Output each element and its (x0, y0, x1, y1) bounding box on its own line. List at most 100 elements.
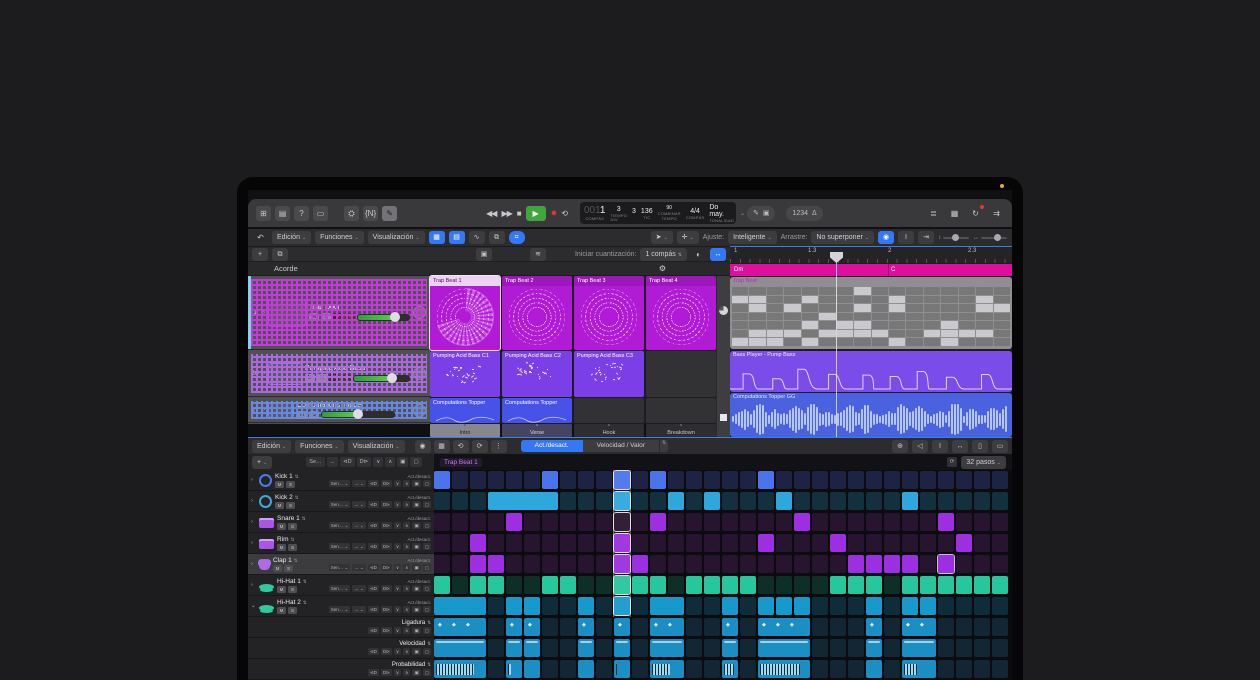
sensitivity-menu[interactable]: Sen… ⌄ (329, 501, 351, 508)
step-off[interactable] (704, 660, 720, 678)
step-off[interactable] (452, 492, 468, 510)
row-control-3[interactable]: ∧ (403, 522, 410, 529)
step-off[interactable] (866, 513, 882, 531)
subrow-control-3[interactable]: ∧ (403, 627, 410, 634)
subrow-control-1[interactable]: D⊳ (381, 669, 392, 676)
track-header-computations-topper[interactable]: 27›Computations TopperMS (248, 398, 430, 423)
play-button[interactable]: ▶ (526, 206, 546, 221)
step-input-icon[interactable]: ▣ (763, 209, 770, 217)
stepper-icon[interactable]: ⇅ (295, 474, 299, 479)
step-off[interactable] (758, 576, 774, 594)
step-off[interactable] (956, 597, 972, 615)
editor-tool-icon-4[interactable]: ⋮ (491, 440, 507, 453)
step-off[interactable] (830, 618, 846, 636)
row-control-0[interactable]: ⊲D (368, 564, 379, 571)
editor-right-icon-0[interactable]: ⊕ (892, 440, 908, 453)
subrow-control-0[interactable]: ⊲D (368, 627, 379, 634)
step-on[interactable] (866, 576, 882, 594)
step-off[interactable] (632, 492, 648, 510)
direction-menu[interactable]: → ⌄ (352, 585, 366, 592)
menu-visualizacin[interactable]: Visualización⌄ (368, 231, 425, 244)
seq-row-rim[interactable]: ›Rim⇅MSAct./desact.Sen… ⌄→ ⌄⊲DD⊳∨∧▣▢ (248, 533, 434, 554)
quick-help-icon[interactable]: ? (294, 206, 309, 221)
seq-row-ligadura[interactable]: Ligadura⇅⊲DD⊳∨∧▣▢ (248, 617, 434, 638)
step-off[interactable] (740, 660, 756, 678)
inspector-icon[interactable]: ▤ (275, 206, 290, 221)
step-on[interactable] (434, 471, 450, 489)
step-off[interactable] (794, 555, 810, 573)
step-on[interactable] (758, 660, 810, 678)
step-on[interactable] (722, 639, 738, 657)
step-off[interactable] (776, 555, 792, 573)
step-off[interactable] (704, 555, 720, 573)
step-on[interactable] (794, 597, 810, 615)
step-off[interactable] (830, 492, 846, 510)
cycle-region-button[interactable]: ⧉ (489, 231, 505, 244)
step-on[interactable] (902, 555, 918, 573)
performance-button[interactable]: ⌗ (509, 231, 525, 244)
seq-row-hi-hat-2[interactable]: ⌄Hi-Hat 2⇅MSAct./desact.Sen… ⌄→ ⌄⊲DD⊳∨∧▣… (248, 596, 434, 617)
step-off[interactable] (830, 639, 846, 657)
add-row-button[interactable]: +⌄ (252, 456, 272, 469)
step-on[interactable] (902, 639, 936, 657)
step-on[interactable] (578, 660, 594, 678)
step-off[interactable] (542, 618, 558, 636)
loop-cell-computations-topper[interactable]: Computations Topper (430, 398, 500, 423)
step-on[interactable] (632, 555, 648, 573)
library-icon[interactable]: ⊞ (256, 206, 271, 221)
step-on[interactable] (542, 576, 558, 594)
step-on[interactable] (488, 576, 504, 594)
link-cells-button[interactable]: ↔ (710, 248, 726, 261)
step-on[interactable] (506, 639, 522, 657)
duplicate-icon[interactable]: ⧉ (272, 248, 288, 261)
step-off[interactable] (596, 492, 612, 510)
step-off[interactable] (578, 555, 594, 573)
metronome-icon[interactable]: Δ (812, 210, 817, 217)
moon-icon[interactable]: ◐ (691, 247, 706, 262)
step-on[interactable] (722, 597, 738, 615)
row-control-5[interactable]: ▢ (423, 606, 431, 613)
empty-cell[interactable] (646, 351, 716, 397)
row-control-2[interactable]: ∨ (394, 480, 401, 487)
step-off[interactable] (542, 534, 558, 552)
sensitivity-menu[interactable]: Sen… ⌄ (329, 522, 351, 529)
step-off[interactable] (956, 618, 972, 636)
step-off[interactable] (848, 639, 864, 657)
seq-row-snare-1[interactable]: ›Snare 1⇅MSAct./desact.Sen… ⌄→ ⌄⊲DD⊳∨∧▣▢ (248, 512, 434, 533)
step-off[interactable] (992, 639, 1008, 657)
step-off[interactable] (938, 660, 954, 678)
step-on[interactable] (614, 555, 630, 573)
step-off[interactable] (470, 471, 486, 489)
menu-edicin[interactable]: Edición⌄ (272, 231, 311, 244)
step-off[interactable] (560, 639, 576, 657)
step-on[interactable] (866, 639, 882, 657)
header-control-1[interactable]: → (327, 457, 339, 467)
loop-cell-pumping-acid-bass-c2[interactable]: Pumping Acid Bass C2 (502, 351, 572, 397)
seq-row-hi-hat-1[interactable]: ›Hi-Hat 1⇅MSAct./desact.Sen… ⌄→ ⌄⊲DD⊳∨∧▣… (248, 575, 434, 596)
pencil-tool-icon[interactable]: ✎ (382, 206, 397, 221)
step-off[interactable] (920, 492, 936, 510)
step-off[interactable] (848, 471, 864, 489)
disclosure-icon[interactable]: › (251, 477, 256, 483)
step-off[interactable] (596, 618, 612, 636)
step-off[interactable] (686, 513, 702, 531)
step-off[interactable] (884, 597, 900, 615)
step-off[interactable] (722, 513, 738, 531)
step-on[interactable]: ◆ (506, 618, 522, 636)
seq-row-velocidad[interactable]: Velocidad⇅⊲DD⊳∨∧▣▢ (248, 638, 434, 659)
mute-button[interactable]: M (277, 523, 286, 530)
loop-icon[interactable]: ⟳ (947, 457, 958, 467)
row-control-3[interactable]: ∧ (403, 585, 410, 592)
step-off[interactable] (488, 639, 504, 657)
seq-row-probabilidad[interactable]: Probabilidad⇅⊲DD⊳∨∧▣▢ (248, 659, 434, 680)
step-on[interactable] (668, 492, 684, 510)
step-off[interactable] (812, 513, 828, 531)
step-off[interactable] (812, 618, 828, 636)
row-control-3[interactable]: ∧ (403, 564, 410, 571)
step-on[interactable] (650, 471, 666, 489)
row-control-0[interactable]: ⊲D (368, 480, 379, 487)
step-off[interactable] (560, 555, 576, 573)
step-off[interactable] (848, 513, 864, 531)
step-off[interactable] (434, 513, 450, 531)
snap-value-menu[interactable]: Inteligente⌄ (728, 231, 777, 244)
